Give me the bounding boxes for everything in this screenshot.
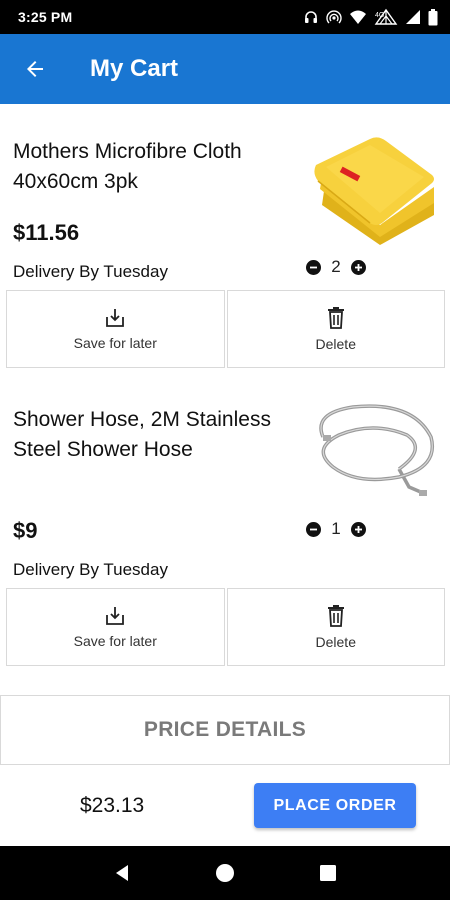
product-name[interactable]: Mothers Microfibre Cloth 40x60cm 3pk xyxy=(13,137,293,197)
place-order-button[interactable]: PLACE ORDER xyxy=(254,783,416,828)
status-icons: 4G xyxy=(303,8,438,26)
status-time: 3:25 PM xyxy=(18,9,73,25)
minus-icon xyxy=(310,266,317,268)
item-actions: Save for later Delete xyxy=(6,588,445,666)
page-title: My Cart xyxy=(90,55,179,82)
system-nav-bar xyxy=(0,846,450,900)
hotspot-icon xyxy=(326,10,342,24)
minus-button[interactable] xyxy=(306,259,321,275)
price-details-button[interactable]: PRICE DETAILS xyxy=(0,695,450,765)
plus-button[interactable] xyxy=(351,259,366,275)
svg-text:4G: 4G xyxy=(375,12,384,19)
checkout-bar: $23.13 PLACE ORDER xyxy=(0,766,450,846)
save-for-later-button[interactable]: Save for later xyxy=(6,588,225,666)
back-button[interactable] xyxy=(0,34,72,104)
total-amount: $23.13 xyxy=(80,794,145,817)
quantity-stepper: 1 xyxy=(306,518,366,540)
minus-button[interactable] xyxy=(306,521,321,537)
price-details-label: PRICE DETAILS xyxy=(143,718,307,741)
save-for-later-button[interactable]: Save for later xyxy=(6,290,225,368)
cart-item: Shower Hose, 2M Stainless Steel Shower H… xyxy=(0,368,450,668)
delete-label: Delete xyxy=(315,634,356,650)
signal-icon xyxy=(406,10,420,24)
nav-back-icon xyxy=(115,865,128,881)
product-price: $9 xyxy=(13,518,38,543)
yellow-microfibre-cloth-image[interactable] xyxy=(300,120,442,250)
network-icon: 4G xyxy=(374,8,398,25)
delete-button[interactable]: Delete xyxy=(226,290,445,368)
back-arrow-icon xyxy=(26,61,43,77)
save-for-later-label: Save for later xyxy=(73,633,157,649)
plus-icon xyxy=(355,263,362,271)
product-price: $11.56 xyxy=(13,220,80,245)
delete-label: Delete xyxy=(315,336,356,352)
item-actions: Save for later Delete xyxy=(6,290,445,368)
delivery-text: Delivery By Tuesday xyxy=(13,560,168,579)
nav-home-icon xyxy=(215,864,234,882)
delete-button[interactable]: Delete xyxy=(226,588,445,666)
save-icon xyxy=(106,607,125,625)
nav-recents-button[interactable] xyxy=(308,853,348,893)
cart-item: Mothers Microfibre Cloth 40x60cm 3pk $11… xyxy=(0,104,450,368)
battery-icon xyxy=(428,8,438,25)
wifi-icon xyxy=(350,10,366,24)
status-bar: 3:25 PM 4G xyxy=(0,0,450,34)
quantity-value: 2 xyxy=(331,257,341,276)
app-bar: My Cart xyxy=(0,34,450,104)
nav-recents-icon xyxy=(320,865,337,881)
plus-button[interactable] xyxy=(351,521,366,537)
nav-back-button[interactable] xyxy=(102,853,142,893)
trash-icon xyxy=(327,307,344,329)
shower-hose-image[interactable] xyxy=(300,390,442,514)
headset-icon xyxy=(305,11,317,23)
trash-icon xyxy=(327,605,344,627)
quantity-value: 1 xyxy=(331,519,341,538)
minus-icon xyxy=(310,528,317,530)
product-name[interactable]: Shower Hose, 2M Stainless Steel Shower H… xyxy=(13,405,293,465)
save-icon xyxy=(106,309,125,327)
delivery-text: Delivery By Tuesday xyxy=(13,262,168,281)
save-for-later-label: Save for later xyxy=(73,335,157,351)
plus-icon xyxy=(355,525,362,533)
quantity-stepper: 2 xyxy=(306,256,366,278)
nav-home-button[interactable] xyxy=(205,853,245,893)
